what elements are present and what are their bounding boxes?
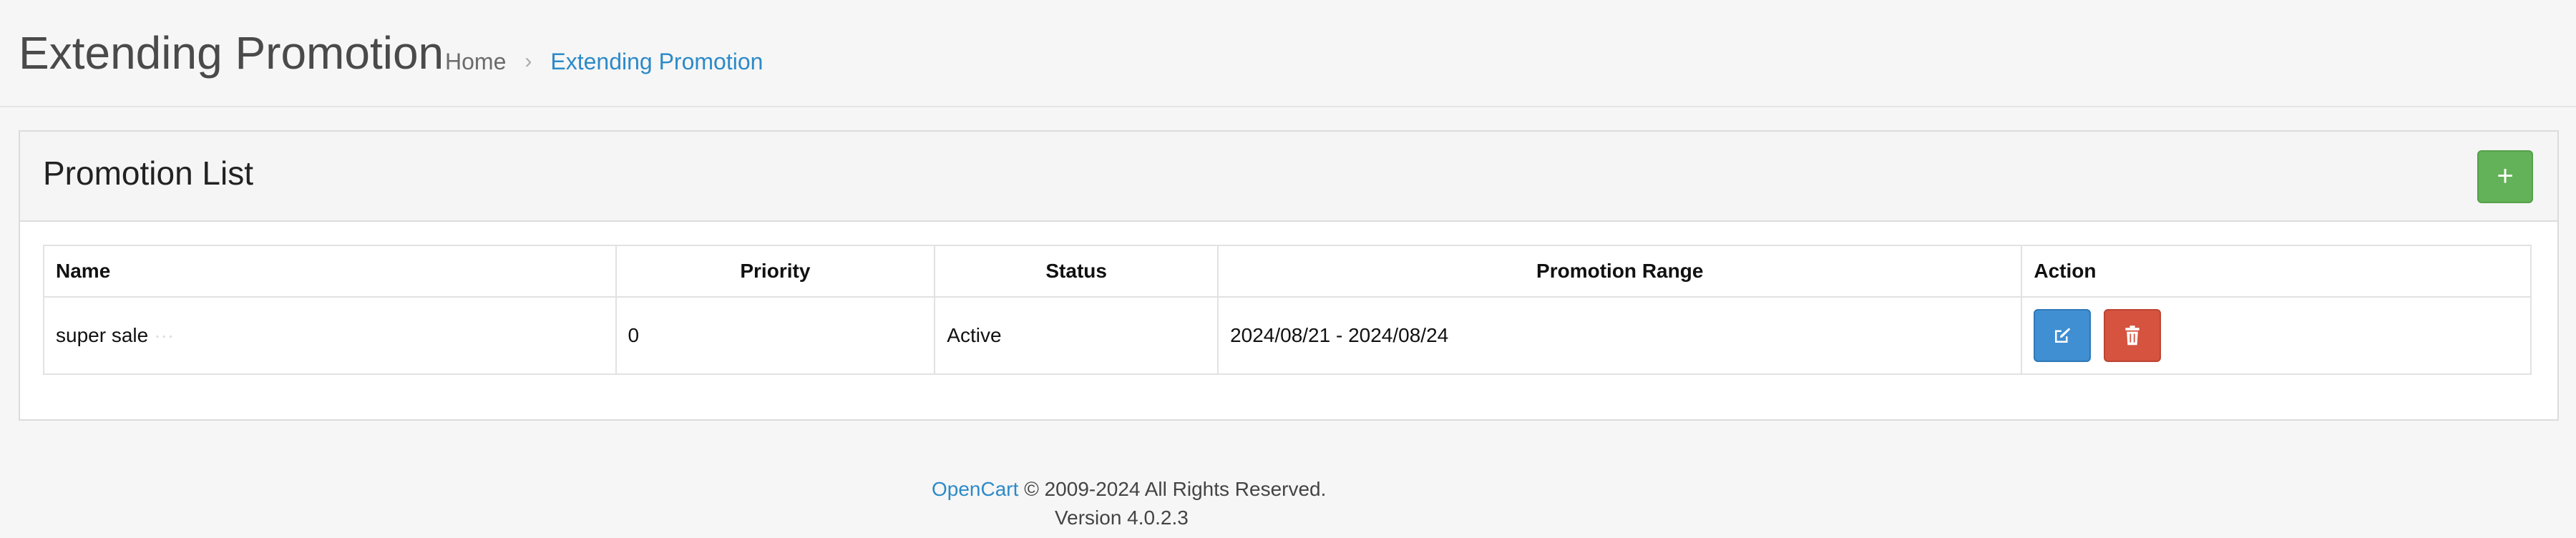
page-title: Extending Promotion	[19, 27, 444, 79]
breadcrumb-current-link[interactable]: Extending Promotion	[550, 44, 763, 79]
edit-icon	[2055, 328, 2071, 343]
column-header-priority[interactable]: Priority	[615, 245, 936, 298]
plus-icon: +	[2497, 160, 2514, 192]
column-header-action: Action	[2021, 245, 2532, 298]
opencart-link[interactable]: OpenCart	[932, 478, 1018, 500]
breadcrumb: Home › Extending Promotion	[445, 44, 763, 79]
edit-button[interactable]	[2034, 309, 2092, 362]
card-header: Promotion List +	[20, 132, 2557, 222]
footer-copyright-line: OpenCart © 2009-2024 All Rights Reserved…	[932, 475, 1326, 504]
cell-status: Active	[934, 296, 1219, 375]
promotion-table: Name Priority Status Promotion Range Act…	[43, 245, 2532, 375]
footer-version: Version 4.0.2.3	[1055, 507, 1189, 529]
delete-button[interactable]	[2104, 309, 2162, 362]
name-faded-mark: ···	[154, 324, 175, 346]
promotion-name: super sale	[56, 324, 149, 346]
table-header-row: Name Priority Status Promotion Range Act…	[43, 245, 2532, 298]
add-promotion-button[interactable]: +	[2477, 150, 2533, 203]
table-row: super sale ··· 0 Active 2024/08/21 - 2024…	[43, 296, 2532, 375]
trash-icon	[2125, 326, 2140, 346]
cell-promotion-range: 2024/08/21 - 2024/08/24	[1217, 296, 2023, 375]
card-title: Promotion List	[43, 155, 254, 192]
column-header-status[interactable]: Status	[934, 245, 1219, 298]
breadcrumb-separator-icon: ›	[525, 49, 532, 73]
column-header-promotion-range[interactable]: Promotion Range	[1217, 245, 2023, 298]
promotion-list-card: Promotion List + Name Priority Status Pr…	[19, 130, 2559, 421]
breadcrumb-home-link[interactable]: Home	[445, 44, 506, 79]
page-header: Extending Promotion Home › Extending Pro…	[0, 0, 2576, 107]
cell-name: super sale ···	[43, 296, 617, 375]
copyright-text: © 2009-2024 All Rights Reserved.	[1024, 478, 1327, 500]
column-header-name[interactable]: Name	[43, 245, 617, 298]
cell-priority: 0	[615, 296, 936, 375]
cell-action	[2021, 296, 2532, 375]
